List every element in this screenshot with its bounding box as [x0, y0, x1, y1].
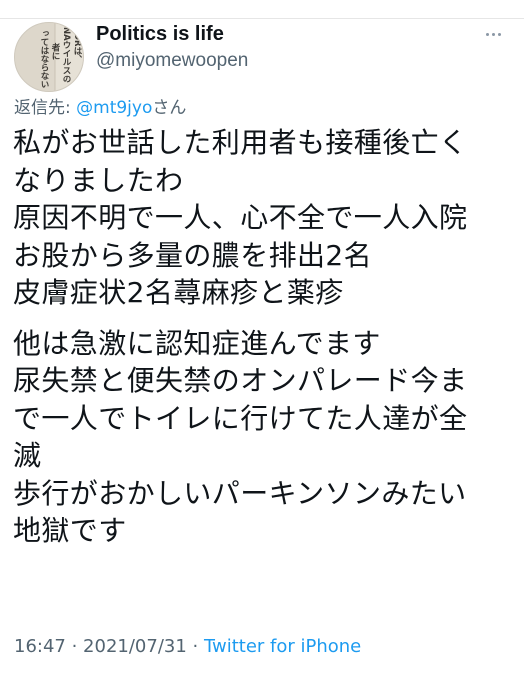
tweet-line: 滅	[13, 439, 42, 472]
tweet-header: DRは、 NAウイルスの 者に ってはならない Politics is life…	[14, 22, 510, 96]
avatar-text-4: ってはならない	[39, 29, 49, 89]
reply-prefix: 返信先:	[14, 98, 77, 118]
tweet-line: 地獄です	[13, 514, 127, 547]
tweet-date[interactable]: 2021/07/31	[83, 636, 187, 657]
avatar-text-3: 者に	[50, 42, 61, 60]
reply-context: 返信先: @mt9jyoさん	[14, 97, 186, 119]
author-display-name[interactable]: Politics is life	[96, 22, 456, 46]
avatar-text-2: NAウイルスの	[61, 27, 71, 83]
tweet-paragraph: 他は急激に認知症進んでます 尿失禁と便失禁のオンパレード今ま で一人でトイレに行…	[13, 325, 518, 550]
reply-suffix: さん	[152, 98, 187, 118]
tweet-text: 私がお世話した利用者も接種後亡く なりましたわ 原因不明で一人、心不全で一人入院…	[13, 124, 518, 550]
more-horizontal-icon	[485, 32, 489, 36]
author-handle[interactable]: @miyomewoopen	[96, 48, 456, 74]
tweet-line: 尿失禁と便失禁のオンパレード今ま	[13, 364, 468, 397]
meta-separator: ·	[65, 636, 84, 657]
avatar-text-1: DRは、	[72, 33, 82, 64]
more-button[interactable]	[478, 24, 508, 44]
tweet-line: お股から多量の膿を排出2名	[13, 238, 373, 272]
avatar-image: DRは、 NAウイルスの 者に ってはならない	[15, 23, 83, 91]
tweet-time[interactable]: 16:47	[14, 636, 66, 657]
tweet-line: 私がお世話した利用者も接種後亡く	[13, 126, 468, 159]
reply-mention-link[interactable]: @mt9jyo	[76, 98, 152, 118]
tweet-meta: 16:47 · 2021/07/31 · Twitter for iPhone	[14, 635, 361, 659]
tweet: DRは、 NAウイルスの 者に ってはならない Politics is life…	[0, 0, 524, 677]
avatar[interactable]: DRは、 NAウイルスの 者に ってはならない	[14, 22, 84, 92]
tweet-paragraph: 私がお世話した利用者も接種後亡く なりましたわ 原因不明で一人、心不全で一人入院…	[13, 124, 518, 312]
meta-separator: ·	[186, 636, 204, 657]
more-horizontal-icon-dot	[497, 32, 501, 36]
tweet-line: 他は急激に認知症進んでます	[13, 326, 381, 360]
tweet-line: で一人でトイレに行けてた人達が全	[13, 401, 468, 435]
tweet-line: なりましたわ	[13, 163, 184, 197]
author-block: Politics is life @miyomewoopen	[96, 22, 456, 74]
tweet-line: 皮膚症状2名蕁麻疹と薬疹	[13, 276, 344, 309]
more-horizontal-icon-dot	[491, 32, 495, 36]
tweet-line: 原因不明で一人、心不全で一人入院	[13, 201, 468, 234]
tweet-source-link[interactable]: Twitter for iPhone	[204, 636, 361, 657]
tweet-line: 歩行がおかしいパーキンソンみたい	[13, 476, 467, 510]
